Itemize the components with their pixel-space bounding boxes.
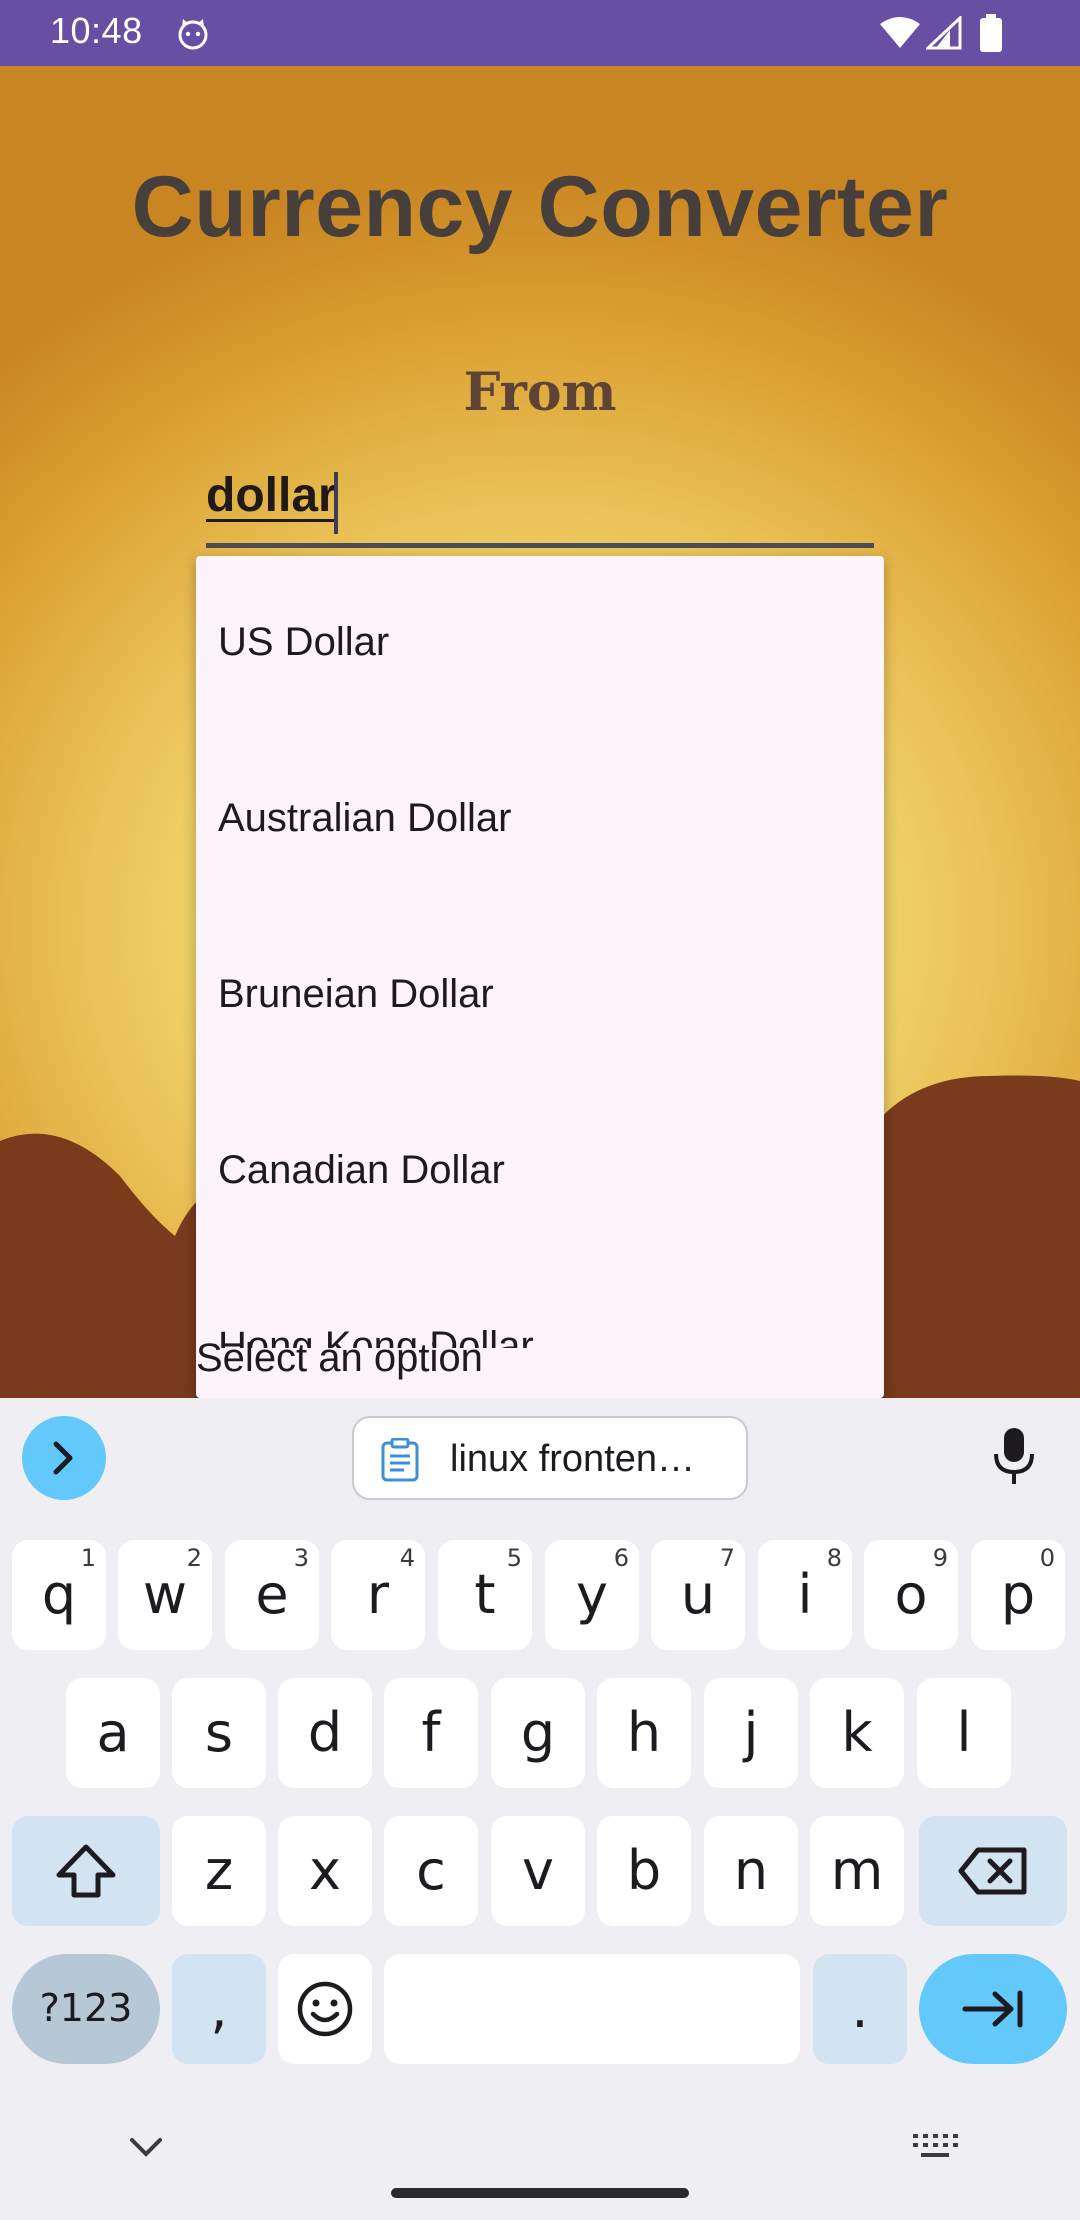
clipboard-icon (381, 1438, 419, 1482)
key-e[interactable]: e3 (225, 1540, 319, 1650)
key-b[interactable]: b (597, 1816, 691, 1926)
key-j[interactable]: j (704, 1678, 798, 1788)
from-label: From (463, 362, 617, 423)
key-p[interactable]: p0 (971, 1540, 1065, 1650)
chevron-right-icon (53, 1441, 73, 1475)
hide-keyboard-icon[interactable] (128, 2136, 164, 2160)
from-currency-input[interactable]: dollar (206, 462, 874, 548)
dropdown-hint: Select an option (196, 1336, 483, 1380)
emoji-key[interactable] (278, 1954, 372, 2064)
key-q[interactable]: q1 (12, 1540, 106, 1650)
key-w[interactable]: w2 (118, 1540, 212, 1650)
microphone-icon[interactable] (990, 1426, 1038, 1486)
cat-face-icon (178, 19, 208, 50)
key-a[interactable]: a (66, 1678, 160, 1788)
backspace-key[interactable] (919, 1816, 1067, 1926)
gesture-navigation-bar[interactable] (391, 2188, 689, 2198)
dropdown-option[interactable]: US Dollar (218, 620, 389, 665)
dropdown-option[interactable]: Canadian Dollar (218, 1148, 505, 1193)
battery-icon (980, 14, 1002, 52)
key-i[interactable]: i8 (758, 1540, 852, 1650)
cellular-signal-icon (926, 16, 962, 50)
key-f[interactable]: f (384, 1678, 478, 1788)
key-n[interactable]: n (704, 1816, 798, 1926)
space-key[interactable] (384, 1954, 800, 2064)
currency-dropdown[interactable]: US Dollar Australian Dollar Bruneian Dol… (196, 556, 884, 1398)
dropdown-option[interactable]: Australian Dollar (218, 796, 511, 841)
next-key[interactable] (919, 1954, 1067, 2064)
key-h[interactable]: h (597, 1678, 691, 1788)
key-o[interactable]: o9 (864, 1540, 958, 1650)
text-caret (334, 472, 338, 534)
comma-key[interactable]: , (172, 1954, 266, 2064)
next-tab-icon (962, 1990, 1023, 2028)
dropdown-option[interactable]: Bruneian Dollar (218, 972, 494, 1017)
status-time: 10:48 (50, 10, 143, 51)
from-input-value[interactable]: dollar (206, 468, 337, 523)
key-d[interactable]: d (278, 1678, 372, 1788)
key-u[interactable]: u7 (651, 1540, 745, 1650)
key-l[interactable]: l (917, 1678, 1011, 1788)
emoji-icon (297, 1981, 353, 2037)
app-title: Currency Converter (131, 159, 949, 255)
backspace-icon (958, 1847, 1027, 1895)
key-v[interactable]: v (491, 1816, 585, 1926)
key-z[interactable]: z (172, 1816, 266, 1926)
period-key[interactable]: . (813, 1954, 907, 2064)
on-screen-keyboard: linux fronten… q1 w2 e3 r4 t5 y6 u7 i8 o… (0, 1398, 1080, 2220)
key-c[interactable]: c (384, 1816, 478, 1926)
key-g[interactable]: g (491, 1678, 585, 1788)
key-k[interactable]: k (810, 1678, 904, 1788)
key-x[interactable]: x (278, 1816, 372, 1926)
wifi-icon (880, 17, 920, 48)
key-y[interactable]: y6 (545, 1540, 639, 1650)
keyboard-switch-icon[interactable] (912, 2132, 958, 2162)
clipboard-suggestion-chip[interactable]: linux fronten… (352, 1416, 748, 1500)
key-s[interactable]: s (172, 1678, 266, 1788)
shift-icon (56, 1844, 116, 1898)
key-m[interactable]: m (810, 1816, 904, 1926)
keyboard-expand-button[interactable] (22, 1416, 106, 1500)
symbols-key[interactable]: ?123 (12, 1954, 160, 2064)
key-t[interactable]: t5 (438, 1540, 532, 1650)
key-r[interactable]: r4 (331, 1540, 425, 1650)
status-bar: 10:48 (0, 0, 1080, 66)
clipboard-suggestion-text: linux fronten… (450, 1438, 696, 1480)
shift-key[interactable] (12, 1816, 160, 1926)
